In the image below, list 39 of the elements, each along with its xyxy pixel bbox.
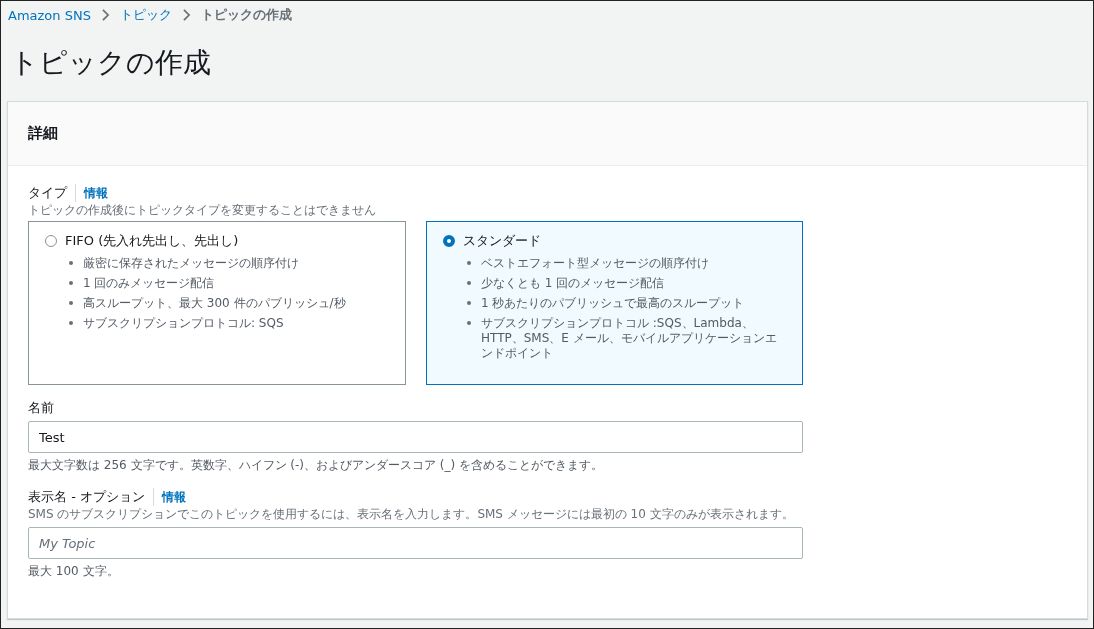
radio-button[interactable] xyxy=(443,235,455,247)
bullet-icon xyxy=(69,301,73,305)
field-label: タイプ xyxy=(28,184,67,202)
field-constraint: 最大文字数は 256 文字です。英数字、ハイフン (-)、およびアンダースコア (_) を含めることができます。 xyxy=(28,457,605,474)
option-feature: サブスクリプションプロトコル: SQS xyxy=(83,316,285,331)
field-label: 名前 xyxy=(28,399,54,417)
info-link[interactable]: 情報 xyxy=(152,488,186,506)
option-feature: ベストエフォート型メッセージの順序付け xyxy=(481,256,710,271)
field-description: トピックの作成後にトピックタイプを変更することはできません xyxy=(28,202,377,219)
bullet-icon xyxy=(467,321,471,325)
radio-button[interactable] xyxy=(45,235,57,247)
bullet-icon xyxy=(467,301,471,305)
bullet-icon xyxy=(69,261,73,265)
chevron-right-icon xyxy=(100,9,110,21)
display-name-input[interactable]: My Topic xyxy=(28,527,803,559)
bullet-icon xyxy=(467,261,471,265)
page-title: トピックの作成 xyxy=(10,45,212,81)
info-link[interactable]: 情報 xyxy=(75,184,108,202)
field-constraint: 最大 100 文字。 xyxy=(28,563,120,580)
field-description: SMS のサブスクリプションでこのトピックを使用するには、表示名を入力します。SMS メッセージには最初の 10 文字のみが表示されます。 xyxy=(28,506,795,523)
breadcrumb-link[interactable]: Amazon SNS xyxy=(8,7,91,23)
option-feature: 厳密に保存されたメッセージの順序付け xyxy=(83,256,300,271)
bullet-icon xyxy=(69,281,73,285)
bullet-icon xyxy=(69,321,73,325)
name-input[interactable]: Test xyxy=(28,421,803,453)
option-feature: 1 秒あたりのパブリッシュで最高のスループット xyxy=(481,296,746,311)
chevron-right-icon xyxy=(181,9,191,21)
radio-option-card[interactable]: スタンダード ベストエフォート型メッセージの順序付け 少なくとも 1 回のメッセージ配信 1 秒あたりのパブリッシュで最高のスループット サブスクリプションプロトコル :SQS、Lambda、HTTP、SMS、E メール、モバイルアプリケーションエンドポイント xyxy=(426,221,803,385)
option-feature: 少なくとも 1 回のメッセージ配信 xyxy=(481,276,666,291)
option-title: FIFO (先入れ先出し、先出し) xyxy=(65,232,239,250)
field-label: 表示名 - オプション xyxy=(28,488,145,506)
option-feature: 1 回のみメッセージ配信 xyxy=(83,276,216,291)
option-feature: サブスクリプションプロトコル :SQS、Lambda、HTTP、SMS、E メール、モバイルアプリケーションエンドポイント xyxy=(481,316,778,361)
breadcrumb-link[interactable]: トピック xyxy=(119,6,172,24)
radio-option-card[interactable]: FIFO (先入れ先出し、先出し) 厳密に保存されたメッセージの順序付け 1 回のみメッセージ配信 高スループット、最大 300 件のパブリッシュ/秒 サブスクリプションプロトコル: SQS xyxy=(28,221,406,385)
panel-title: 詳細 xyxy=(28,124,58,143)
option-title: スタンダード xyxy=(463,232,541,250)
option-feature: 高スループット、最大 300 件のパブリッシュ/秒 xyxy=(83,296,347,311)
bullet-icon xyxy=(467,281,471,285)
